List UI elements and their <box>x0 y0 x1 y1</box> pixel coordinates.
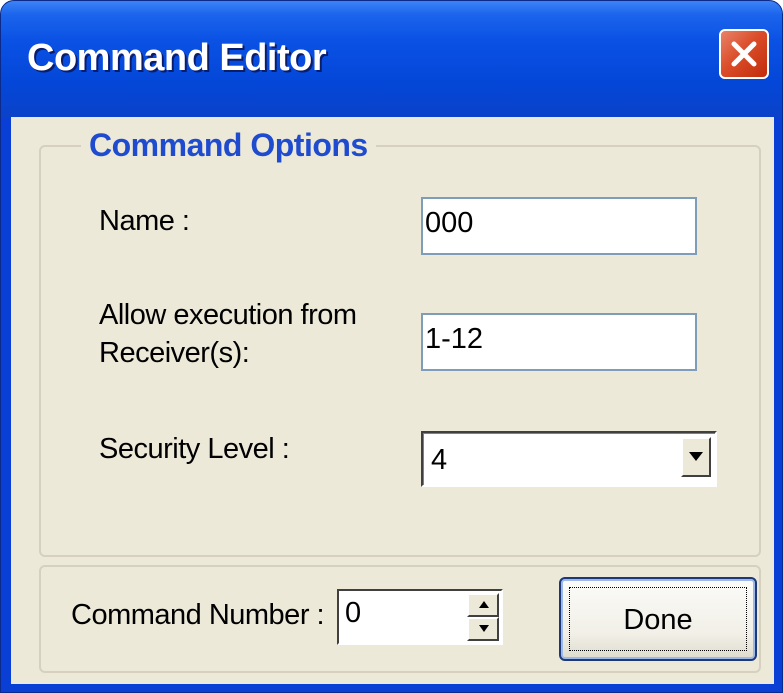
chevron-down-icon <box>689 452 703 461</box>
done-button[interactable]: Done <box>559 577 757 661</box>
arrow-down-icon <box>479 625 489 632</box>
security-level-value: 4 <box>431 444 448 476</box>
window-title: Command Editor <box>27 37 327 79</box>
dialog-client-area: Command Options Name : 000 Allow executi… <box>11 117 774 684</box>
name-label: Name : <box>99 205 190 237</box>
spin-up-button[interactable] <box>467 593 499 617</box>
command-number-spinner[interactable]: 0 <box>337 589 503 645</box>
receivers-input[interactable]: 1-12 <box>421 313 697 371</box>
security-level-select[interactable]: 4 <box>421 431 717 487</box>
dropdown-button[interactable] <box>681 437 711 477</box>
command-options-legend: Command Options <box>81 125 376 169</box>
command-number-input[interactable]: 0 <box>345 595 361 631</box>
arrow-up-icon <box>479 601 489 608</box>
close-button[interactable] <box>719 29 769 79</box>
command-editor-window: Command Editor Command Options Name : 00… <box>0 0 783 693</box>
spin-down-button[interactable] <box>467 617 499 641</box>
receivers-label-line1: Allow execution from <box>99 299 357 331</box>
name-input[interactable]: 000 <box>421 197 697 255</box>
security-level-label: Security Level : <box>99 433 290 465</box>
close-icon <box>731 41 757 67</box>
command-options-group: Command Options Name : 000 Allow executi… <box>39 125 761 557</box>
done-button-label: Done <box>569 587 747 651</box>
command-number-label: Command Number : <box>71 599 325 631</box>
receivers-label-line2: Receiver(s): <box>99 337 250 369</box>
title-bar[interactable]: Command Editor <box>1 1 782 117</box>
